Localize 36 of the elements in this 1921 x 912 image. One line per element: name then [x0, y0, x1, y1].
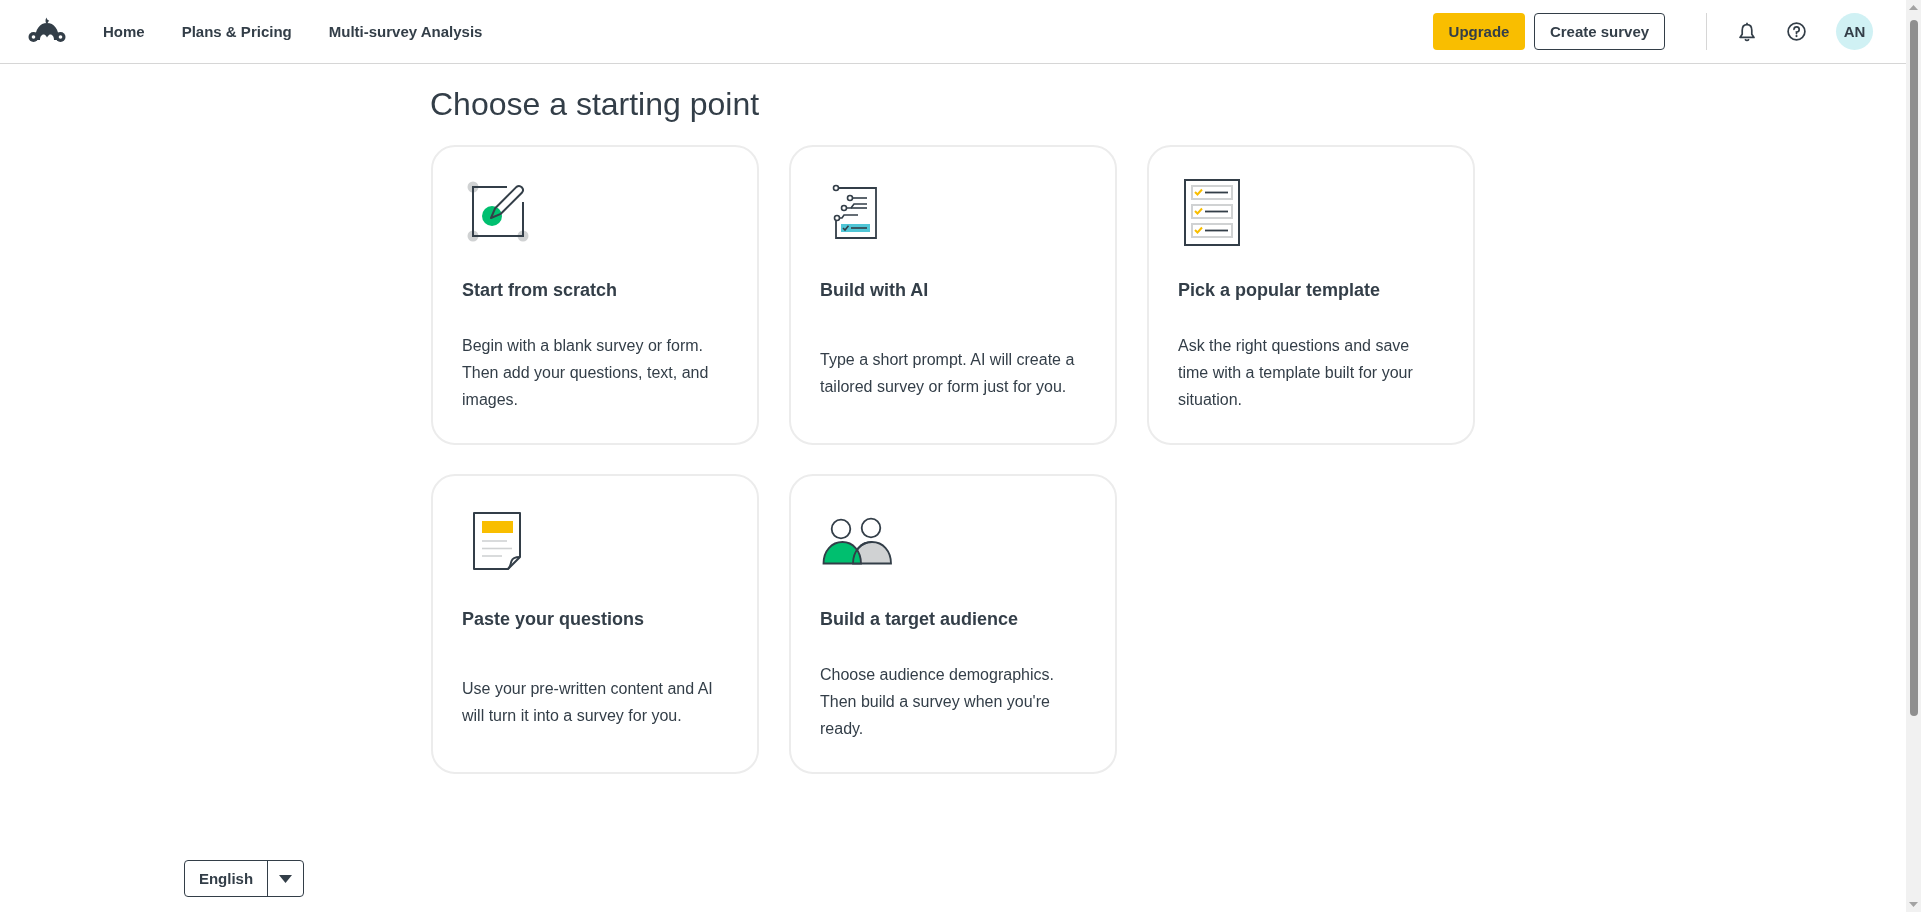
document-icon — [472, 511, 522, 571]
start-option-card[interactable]: Paste your questions Use your pre-written content and AI will turn it into a survey for you. — [431, 474, 759, 774]
page-title: Choose a starting point — [430, 86, 761, 122]
scrollbar[interactable] — [1906, 0, 1921, 912]
card-title: Paste your questions — [462, 608, 646, 631]
help-icon[interactable] — [1787, 22, 1806, 41]
two-people-icon — [822, 517, 892, 565]
language-select[interactable]: English — [184, 860, 304, 897]
create-survey-button[interactable]: Create survey — [1534, 13, 1665, 50]
logo-icon[interactable] — [28, 17, 66, 44]
card-description: Use your pre-written content and AI will turn it into a survey for you. — [462, 678, 714, 726]
nav-link[interactable]: Home — [103, 23, 145, 40]
card-title: Start from scratch — [462, 279, 619, 302]
start-option-card[interactable]: Pick a popular template Ask the right questions and save time with a template built for your situation. — [1147, 145, 1475, 445]
caret-icon — [279, 874, 292, 883]
card-title: Build with AI — [820, 279, 930, 302]
card-description: Ask the right questions and save time with a template built for your situation. — [1178, 336, 1414, 410]
user-avatar[interactable]: AN — [1836, 13, 1873, 50]
pencil-square-icon — [467, 181, 529, 243]
document-circuit-icon — [832, 184, 878, 240]
card-title: Pick a popular template — [1178, 279, 1382, 302]
upgrade-button[interactable]: Upgrade — [1433, 13, 1525, 50]
checklist-icon — [1184, 178, 1240, 246]
card-description: Type a short prompt. AI will create a tailored survey or form just for you. — [820, 349, 1076, 397]
scroll-up-icon[interactable] — [1909, 5, 1918, 10]
notification-bell-icon[interactable] — [1738, 21, 1756, 42]
nav-link[interactable]: Plans & Pricing — [181, 23, 292, 40]
scroll-down-icon[interactable] — [1909, 902, 1918, 907]
start-option-card[interactable]: Start from scratch Begin with a blank survey or form. Then add your questions, text, and images. — [431, 145, 759, 445]
scrollbar-thumb[interactable] — [1909, 20, 1918, 716]
start-option-card[interactable]: Build with AI Type a short prompt. AI will create a tailored survey or form just for you. — [789, 145, 1117, 445]
start-option-card[interactable]: Build a target audience Choose audience demographics. Then build a survey when you're ready. — [789, 474, 1117, 774]
card-description: Begin with a blank survey or form. Then add your questions, text, and images. — [462, 336, 710, 410]
nav-link[interactable]: Multi-survey Analysis — [328, 23, 483, 40]
card-description: Choose audience demographics. Then build a survey when you're ready. — [820, 665, 1055, 739]
card-title: Build a target audience — [820, 608, 1020, 631]
